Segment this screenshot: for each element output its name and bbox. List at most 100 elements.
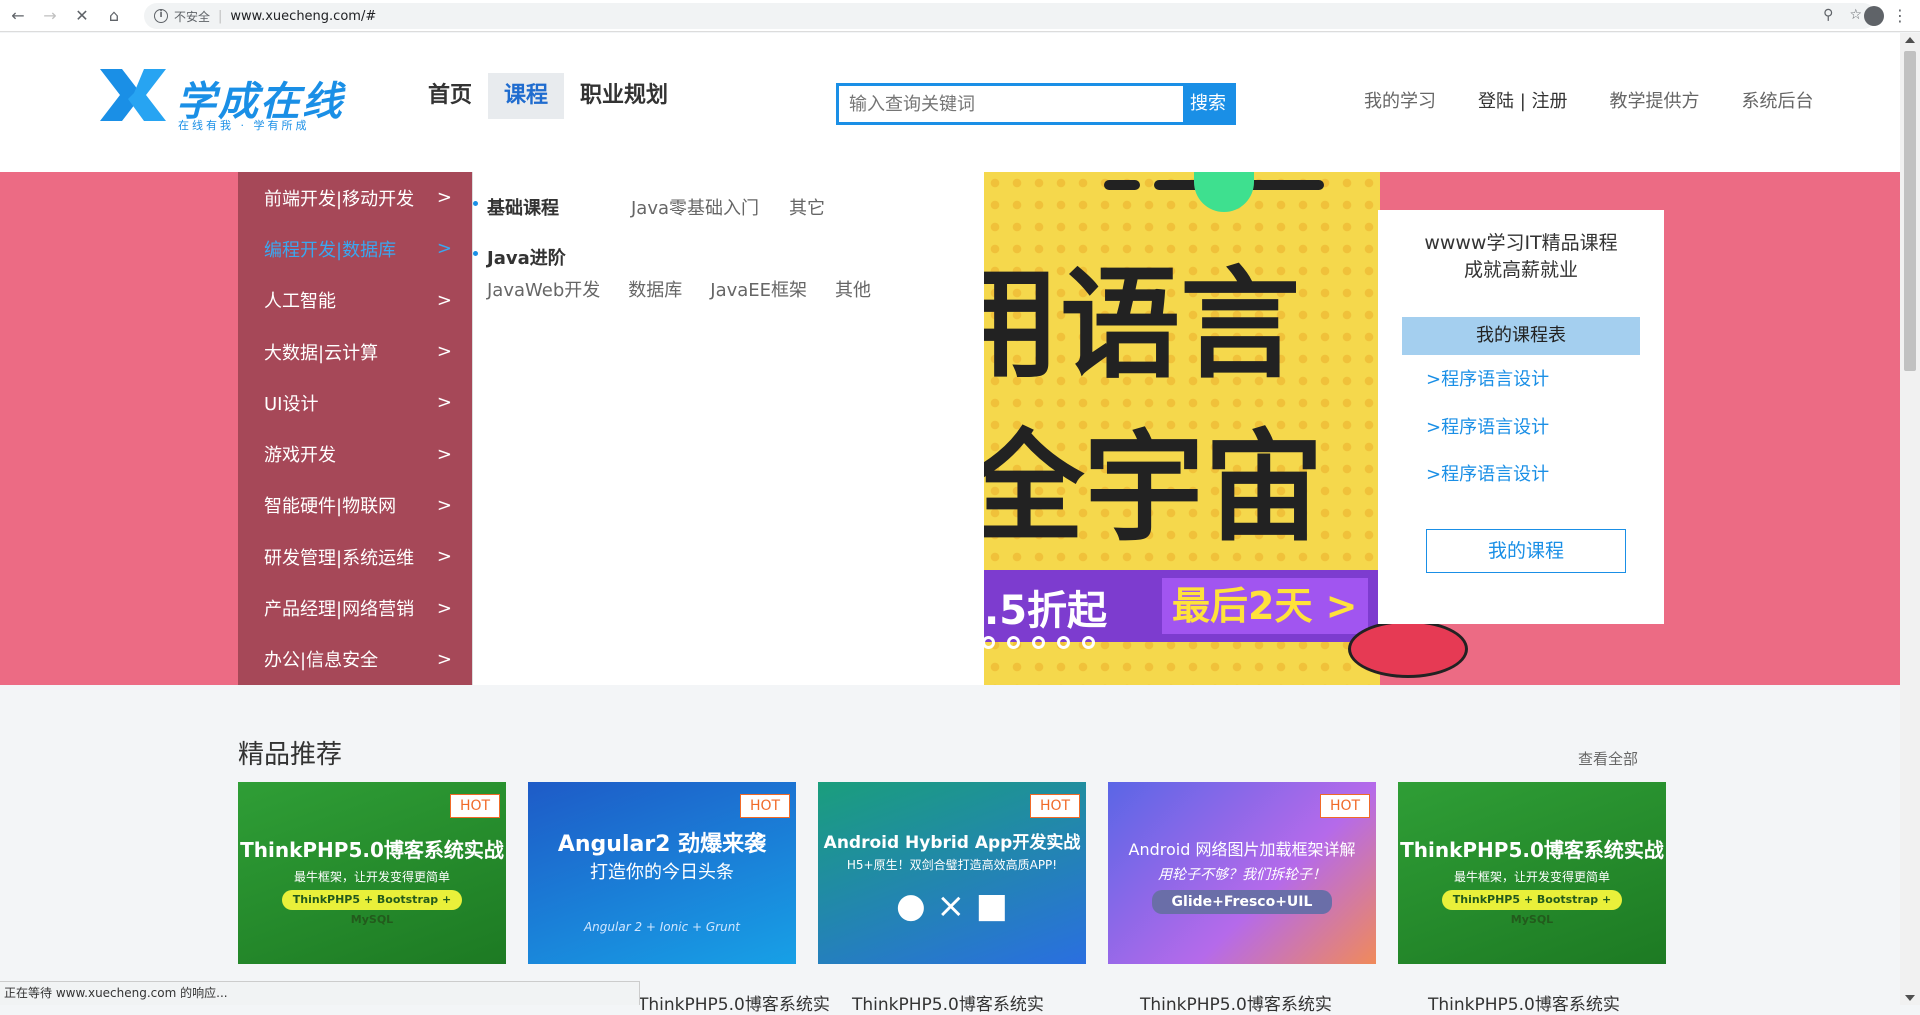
side-panel: wwww学习IT精品课程 成就高薪就业 我的课程表 >程序语言设计 >程序语言设… xyxy=(1378,210,1664,624)
category-label: 编程开发|数据库 xyxy=(264,239,397,261)
card-caption[interactable]: ThinkPHP5.0博客系统实 xyxy=(1140,990,1332,1015)
search-input[interactable] xyxy=(839,86,1185,122)
info-icon[interactable]: i xyxy=(154,9,168,23)
course-card[interactable]: HOT Android Hybrid App开发实战 H5+原生！双剑合璧打造高… xyxy=(818,782,1086,964)
promo-strip: .5折起 最后2天 > xyxy=(984,570,1380,642)
category-item[interactable]: 产品经理|网络营销 > xyxy=(238,582,472,633)
card-tech-pill: Glide+Fresco+UIL xyxy=(1152,890,1332,914)
category-label: 游戏开发 xyxy=(264,445,336,467)
submenu-link[interactable]: 数据库 xyxy=(628,276,682,302)
stop-icon[interactable]: ✕ xyxy=(68,2,96,30)
page-scrollbar[interactable] xyxy=(1900,33,1920,1005)
course-link[interactable]: >程序语言设计 xyxy=(1426,365,1549,391)
course-card[interactable]: HOT Android 网络图片加载框架详解 用轮子不够？我们拆轮子！ Glid… xyxy=(1108,782,1376,964)
course-card[interactable]: HOT Angular2 劲爆来袭 打造你的今日头条 Angular 2 + I… xyxy=(528,782,796,964)
submenu-link[interactable]: Java零基础入门 xyxy=(631,194,759,220)
browser-menu-icon[interactable]: ⋮ xyxy=(1892,6,1908,26)
carousel-dot[interactable] xyxy=(1032,636,1045,649)
my-course-button[interactable]: 我的课程 xyxy=(1426,529,1626,573)
promo-last-days[interactable]: 最后2天 > xyxy=(1162,578,1368,634)
scroll-thumb[interactable] xyxy=(1904,51,1916,371)
chevron-right-icon: > xyxy=(436,187,452,209)
category-label: 研发管理|系统运维 xyxy=(264,547,415,569)
forward-icon[interactable]: → xyxy=(36,2,64,30)
category-item[interactable]: UI设计 > xyxy=(238,377,472,428)
divider: | xyxy=(218,8,223,24)
category-menu: 前端开发|移动开发 > 编程开发|数据库 > 人工智能 > 大数据|云计算 > UI设计… xyxy=(238,172,472,685)
system-backend-link[interactable]: 系统后台 xyxy=(1742,87,1814,113)
nav-career[interactable]: 职业规划 xyxy=(564,73,684,119)
submenu-link[interactable]: 其他 xyxy=(835,276,871,302)
card-caption[interactable]: ThinkPHP5.0博客系统实 xyxy=(638,990,830,1015)
search-button[interactable]: 搜索 xyxy=(1183,86,1233,122)
card-caption[interactable]: ThinkPHP5.0博客系统实 xyxy=(1428,990,1620,1015)
chevron-right-icon: > xyxy=(436,289,452,311)
carousel-dot[interactable] xyxy=(1082,636,1095,649)
logo-slogan: 在线有我 · 学有所成 xyxy=(178,119,310,132)
back-icon[interactable]: ← xyxy=(4,2,32,30)
course-card[interactable]: HOT ThinkPHP5.0博客系统实战 最牛框架，让开发变得更简单 Thin… xyxy=(238,782,506,964)
course-card[interactable]: ThinkPHP5.0博客系统实战 最牛框架，让开发变得更简单 ThinkPHP… xyxy=(1398,782,1666,964)
chevron-right-icon: > xyxy=(436,494,452,516)
category-item[interactable]: 前端开发|移动开发 > xyxy=(238,172,472,223)
top-links: 我的学习 登陆 | 注册 教学提供方 系统后台 xyxy=(1364,87,1814,113)
browser-toolbar: ← → ✕ ⌂ i 不安全 | www.xuecheng.com/# ⚲ ☆ ⋮ xyxy=(0,0,1920,32)
submenu-group: 基础课程 Java零基础入门 其它 xyxy=(473,194,825,220)
chevron-right-icon: > xyxy=(436,443,452,465)
main-nav: 首页 课程 职业规划 xyxy=(412,73,684,119)
card-subtitle: 最牛框架，让开发变得更简单 xyxy=(293,870,450,884)
logo-x-icon xyxy=(100,69,166,121)
submenu-group-title[interactable]: 基础课程 xyxy=(473,194,559,220)
category-label: UI设计 xyxy=(264,393,319,415)
category-item[interactable]: 办公|信息安全 > xyxy=(238,634,472,685)
home-icon[interactable]: ⌂ xyxy=(100,2,128,30)
teaching-provider-link[interactable]: 教学提供方 xyxy=(1610,87,1700,113)
carousel-dot[interactable] xyxy=(1057,636,1070,649)
hot-badge: HOT xyxy=(740,794,790,818)
bookmark-star-icon[interactable]: ☆ xyxy=(1849,7,1862,23)
chevron-right-icon: > xyxy=(436,597,452,619)
course-link[interactable]: >程序语言设计 xyxy=(1426,460,1549,486)
card-caption[interactable]: ThinkPHP5.0博客系统实 xyxy=(852,990,1044,1015)
security-label: 不安全 xyxy=(174,9,211,24)
profile-avatar-icon[interactable] xyxy=(1864,6,1884,26)
my-learning-link[interactable]: 我的学习 xyxy=(1364,87,1436,113)
search-box: 搜索 xyxy=(836,83,1236,125)
zoom-icon[interactable]: ⚲ xyxy=(1823,7,1833,23)
category-item[interactable]: 编程开发|数据库 > xyxy=(238,223,472,274)
url-text[interactable]: www.xuecheng.com/# xyxy=(230,9,376,24)
carousel-dot[interactable] xyxy=(1007,636,1020,649)
hot-badge: HOT xyxy=(1030,794,1080,818)
address-bar[interactable]: i 不安全 | www.xuecheng.com/# ⚲ ☆ xyxy=(144,3,1876,29)
submenu-group-title[interactable]: Java进阶 xyxy=(472,244,871,270)
category-item[interactable]: 人工智能 > xyxy=(238,275,472,326)
card-subtitle: 用轮子不够？我们拆轮子！ xyxy=(1158,867,1326,883)
promo-decor-bar xyxy=(1104,180,1140,190)
hot-badge: HOT xyxy=(450,794,500,818)
submenu-link[interactable]: JavaEE框架 xyxy=(710,276,807,302)
course-link[interactable]: >程序语言设计 xyxy=(1426,413,1549,439)
chevron-right-icon: > xyxy=(436,341,452,363)
submenu-link[interactable]: JavaWeb开发 xyxy=(487,276,600,302)
site-logo[interactable]: 学成在线 在线有我 · 学有所成 xyxy=(98,67,348,132)
category-item[interactable]: 游戏开发 > xyxy=(238,428,472,479)
promo-banner-image[interactable]: 用语言 全宇宙 .5折起 最后2天 > xyxy=(984,172,1380,685)
slogan-line: wwww学习IT精品课程 xyxy=(1424,232,1618,254)
card-title: ThinkPHP5.0博客系统实战 xyxy=(240,838,504,862)
submenu-link[interactable]: 其它 xyxy=(789,194,825,220)
category-item[interactable]: 大数据|云计算 > xyxy=(238,326,472,377)
nav-home[interactable]: 首页 xyxy=(412,73,488,119)
view-all-link[interactable]: 查看全部 xyxy=(1578,748,1638,769)
my-schedule-button[interactable]: 我的课程表 xyxy=(1402,317,1640,355)
category-label: 智能硬件|物联网 xyxy=(264,496,397,518)
nav-courses[interactable]: 课程 xyxy=(488,73,565,119)
android-html5-icon: ● × ■ xyxy=(896,886,1008,926)
chevron-right-icon: > xyxy=(436,238,452,260)
scroll-up-icon[interactable] xyxy=(1905,37,1915,43)
login-register-link[interactable]: 登陆 | 注册 xyxy=(1478,87,1568,113)
chevron-right-icon: > xyxy=(436,546,452,568)
category-item[interactable]: 智能硬件|物联网 > xyxy=(238,480,472,531)
category-item[interactable]: 研发管理|系统运维 > xyxy=(238,531,472,582)
side-panel-slogan: wwww学习IT精品课程 成就高薪就业 xyxy=(1396,230,1646,284)
scroll-down-icon[interactable] xyxy=(1905,995,1915,1001)
